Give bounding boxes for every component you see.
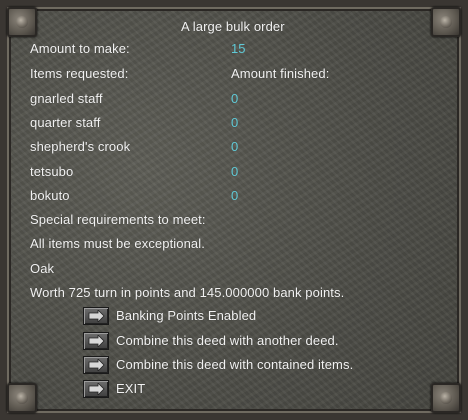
- item-name: bokuto: [30, 188, 70, 203]
- exceptional-requirement: All items must be exceptional.: [30, 236, 205, 251]
- arrow-button-icon: [88, 383, 105, 395]
- arrow-button-icon: [88, 310, 105, 322]
- item-name: gnarled staff: [30, 91, 103, 106]
- special-requirements-label: Special requirements to meet:: [30, 212, 206, 227]
- corner-stud-icon: [431, 7, 461, 37]
- option-label: Combine this deed with contained items.: [116, 357, 354, 372]
- arrow-button-icon: [88, 359, 105, 371]
- bulk-order-gump: A large bulk order Amount to make: 15 It…: [0, 0, 468, 420]
- corner-stud-icon: [7, 383, 37, 413]
- material-requirement: Oak: [30, 261, 55, 276]
- amount-to-make-value: 15: [231, 41, 246, 56]
- item-finished-count: 0: [231, 188, 239, 203]
- item-name: quarter staff: [30, 115, 101, 130]
- combine-items-button[interactable]: [83, 356, 109, 374]
- exit-button[interactable]: [83, 380, 109, 398]
- item-name: tetsubo: [30, 164, 74, 179]
- item-name: shepherd's crook: [30, 139, 131, 154]
- corner-stud-icon: [431, 383, 461, 413]
- combine-deed-button[interactable]: [83, 332, 109, 350]
- amount-finished-label: Amount finished:: [231, 66, 330, 81]
- corner-stud-icon: [7, 7, 37, 37]
- item-finished-count: 0: [231, 164, 239, 179]
- items-requested-label: Items requested:: [30, 66, 129, 81]
- item-finished-count: 0: [231, 139, 239, 154]
- worth-text: Worth 725 turn in points and 145.000000 …: [30, 285, 345, 300]
- banking-points-button[interactable]: [83, 307, 109, 325]
- item-finished-count: 0: [231, 91, 239, 106]
- option-label: Banking Points Enabled: [116, 308, 257, 323]
- gump-title: A large bulk order: [181, 19, 285, 34]
- option-label: Combine this deed with another deed.: [116, 333, 339, 348]
- option-label: EXIT: [116, 381, 146, 396]
- amount-to-make-label: Amount to make:: [30, 41, 130, 56]
- arrow-button-icon: [88, 335, 105, 347]
- item-finished-count: 0: [231, 115, 239, 130]
